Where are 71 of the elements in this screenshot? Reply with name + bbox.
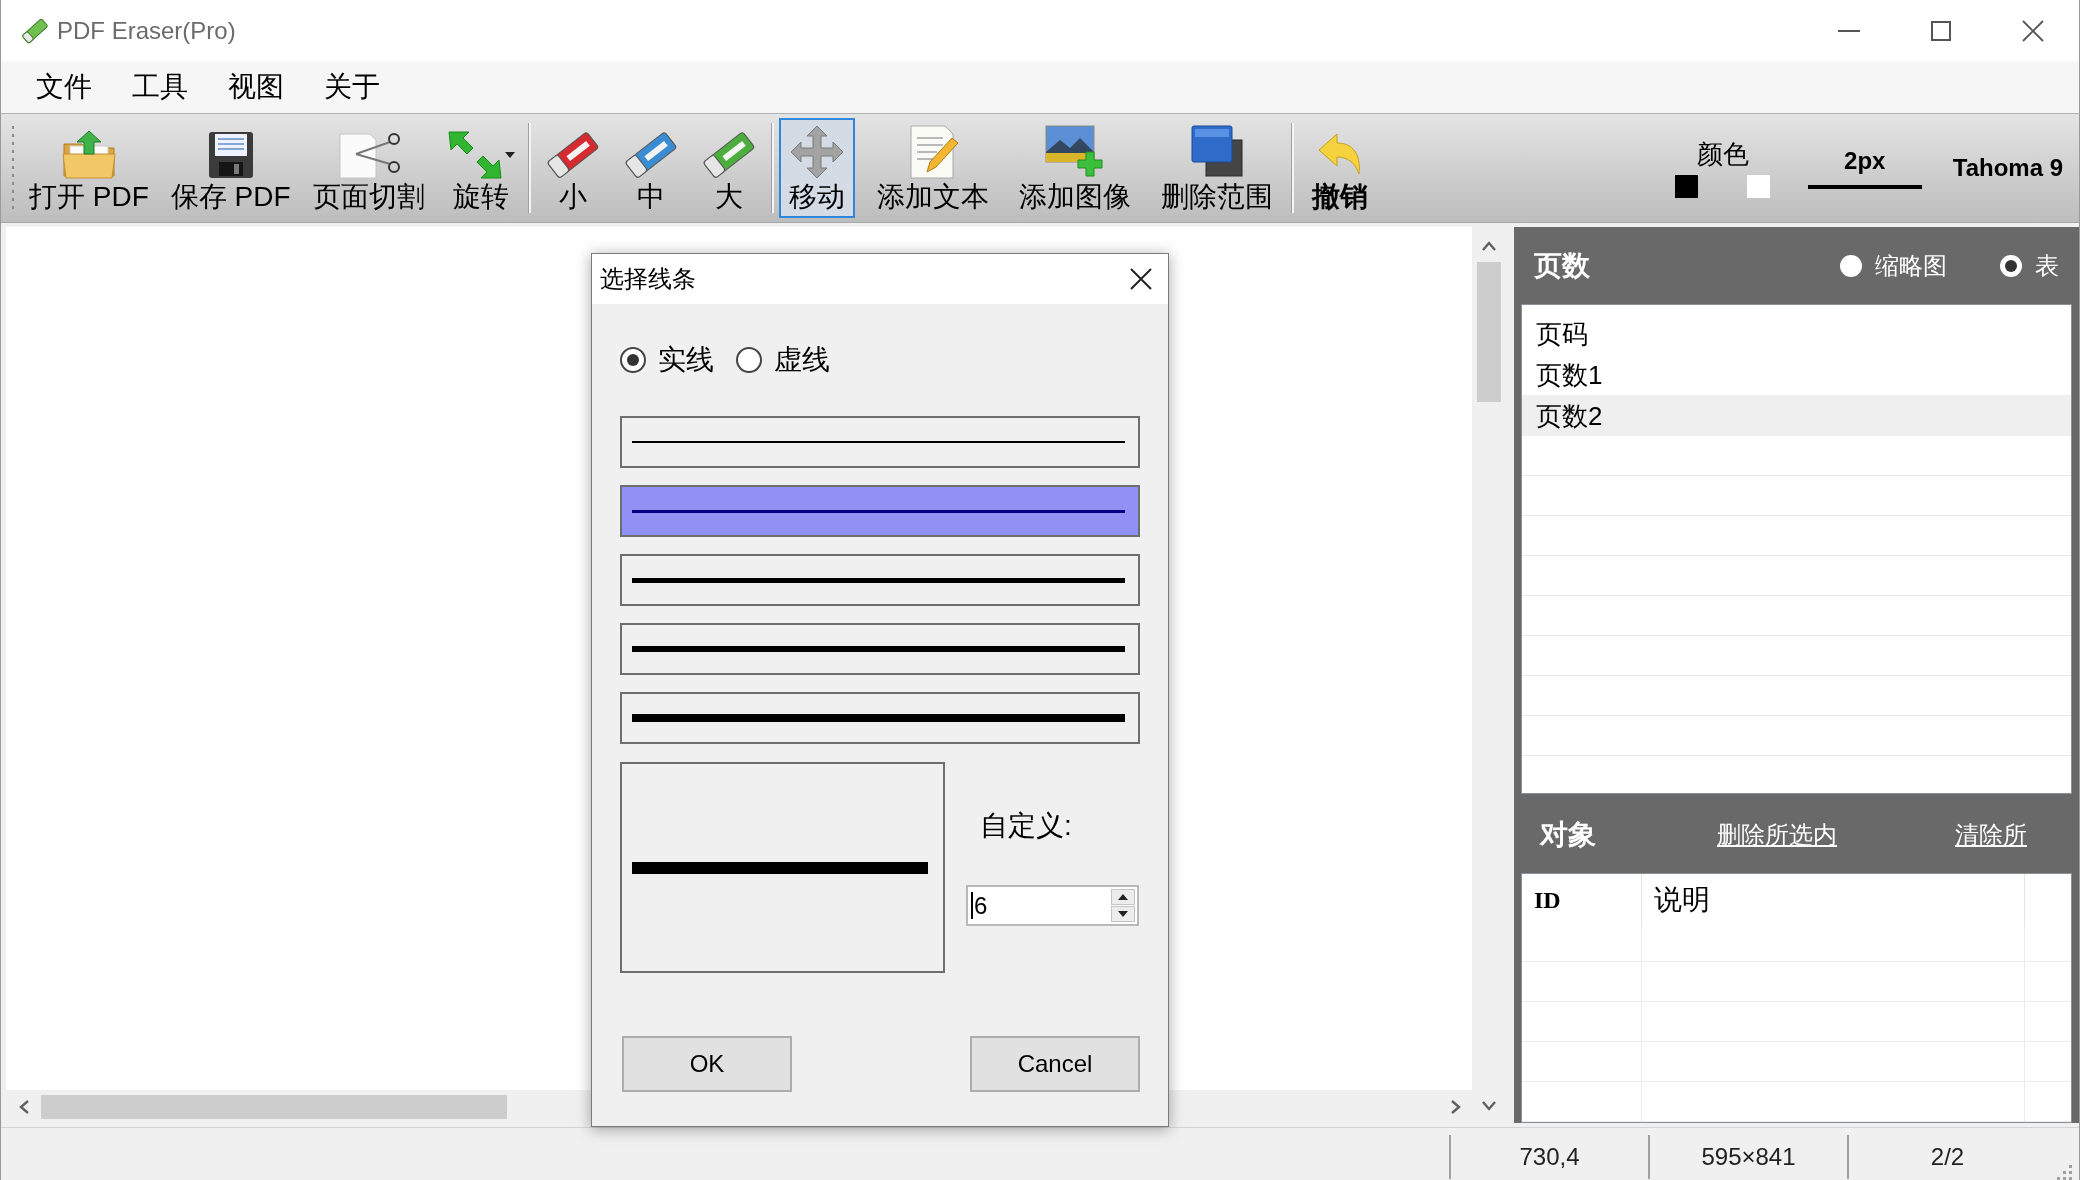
line-sample-icon [632, 509, 1125, 513]
maximize-icon [1931, 20, 1951, 41]
line-style-radio[interactable]: 实线 [620, 346, 714, 374]
scroll-up-icon[interactable] [1481, 241, 1496, 251]
color-swatch[interactable] [1747, 174, 1771, 198]
scrollbar-thumb[interactable] [1476, 262, 1501, 402]
eraser-button[interactable]: 大 [691, 118, 766, 218]
scroll-right-icon[interactable] [1451, 1099, 1461, 1114]
delete-selected-link[interactable]: 删除所选内 [1717, 822, 1837, 847]
minimize-icon [1838, 29, 1860, 32]
line-width-option[interactable] [620, 416, 1140, 468]
status-text: 2/2 [1930, 1144, 1965, 1169]
line-style-radio[interactable]: 虚线 [736, 346, 830, 374]
eraser-button[interactable]: 中 [613, 118, 688, 218]
caret-up-icon [1118, 894, 1128, 900]
undo-button[interactable]: 撤销 [1303, 118, 1376, 218]
spin-down-button[interactable] [1111, 906, 1135, 922]
column-header[interactable]: 说明 [1642, 874, 2025, 926]
open-button[interactable]: 打开 PDF [21, 118, 157, 218]
crop-button[interactable]: 页面切割 [304, 118, 433, 218]
toolbar-grip-icon[interactable] [11, 124, 15, 212]
close-icon [2022, 19, 2044, 42]
spin-up-button[interactable] [1111, 889, 1135, 905]
scrollbar-thumb[interactable] [41, 1094, 507, 1119]
image-plus-icon [1043, 122, 1106, 180]
line-sample-icon [632, 577, 1125, 583]
line-width-label[interactable]: 2px [1844, 147, 1886, 175]
line-sample-icon [632, 441, 1125, 443]
column-header[interactable]: ID [1522, 874, 1642, 926]
clear-all-link[interactable]: 清除所 [1955, 822, 2027, 847]
line-width-option[interactable] [620, 554, 1140, 606]
scroll-left-icon[interactable] [19, 1099, 29, 1114]
save-button[interactable]: 保存 PDF [162, 118, 299, 218]
custom-label: 自定义: [979, 809, 1073, 843]
menu-item[interactable]: 视图 [208, 61, 304, 113]
scroll-down-icon[interactable] [1481, 1101, 1496, 1111]
line-sample-icon [1807, 185, 1922, 189]
color-swatch[interactable] [1675, 174, 1699, 198]
line-width-option[interactable] [620, 623, 1140, 675]
caret-down-icon [1118, 911, 1128, 917]
menu-item[interactable]: 工具 [112, 61, 208, 113]
close-icon [1130, 268, 1152, 290]
menu-item[interactable]: 关于 [304, 61, 400, 113]
folder-arrow-icon [60, 130, 117, 180]
view-radio[interactable]: 缩略图 [1839, 253, 1947, 278]
panel-title: 对象 [1540, 820, 1596, 849]
line-sample-icon [632, 646, 1125, 652]
rotate-button[interactable]: 旋转 [438, 118, 523, 218]
panel-title: 页数 [1534, 251, 1590, 280]
move-button[interactable]: 移动 [778, 118, 855, 218]
add-image-button[interactable]: 添加图像 [1010, 118, 1139, 218]
ok-button[interactable]: OK [622, 1036, 792, 1092]
line-width-option[interactable] [620, 692, 1140, 744]
status-text: 595×841 [1701, 1144, 1796, 1169]
dialog-title: 选择线条 [600, 267, 696, 291]
diagonal-arrows-icon [446, 130, 503, 180]
window-title: PDF Eraser(Pro) [57, 18, 236, 43]
font-label[interactable]: Tahoma 9 [1952, 156, 2063, 180]
status-text: 730,4 [1519, 1144, 1580, 1169]
view-radio[interactable]: 表 [1999, 253, 2059, 278]
cancel-button[interactable]: Cancel [970, 1036, 1140, 1092]
add-text-button[interactable]: 添加文本 [868, 118, 997, 218]
eraser-button[interactable]: 小 [535, 118, 610, 218]
line-sample-icon [632, 714, 1125, 722]
menu-item[interactable]: 文件 [16, 61, 112, 113]
page-list-row[interactable]: 页数2 [1522, 395, 2071, 436]
number-field[interactable]: 6 [966, 885, 1139, 926]
color-label: 颜色 [1696, 138, 1749, 169]
resize-grip-icon[interactable] [2055, 1163, 2073, 1180]
line-sample-icon [632, 861, 928, 874]
delete-area-button[interactable]: 删除范围 [1152, 118, 1281, 218]
